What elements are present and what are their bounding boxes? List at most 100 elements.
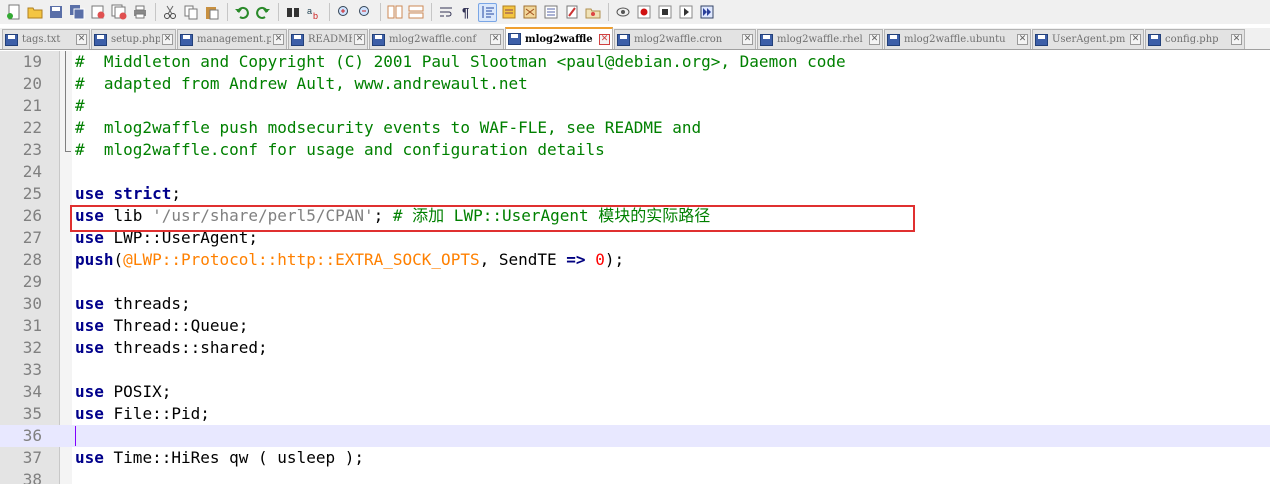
code-editor[interactable]: 19 # Middleton and Copyright (C) 2001 Pau… bbox=[0, 51, 1270, 484]
redo-button[interactable] bbox=[253, 3, 272, 22]
tab-close-icon[interactable]: ✕ bbox=[490, 34, 501, 45]
code-line[interactable]: 38 bbox=[0, 469, 1270, 484]
code-token-var: @LWP::Protocol::http::EXTRA_SOCK_OPTS bbox=[123, 250, 480, 269]
tab-close-icon[interactable]: ✕ bbox=[869, 34, 880, 45]
line-number: 35 bbox=[22, 404, 42, 423]
udl-icon bbox=[502, 5, 515, 19]
replace-button[interactable]: ab bbox=[304, 3, 323, 22]
tab-close-icon[interactable]: ✕ bbox=[1017, 34, 1028, 45]
tab-setup-php[interactable]: setup.php ✕ bbox=[91, 29, 176, 49]
code-line[interactable]: 28 push(@LWP::Protocol::http::EXTRA_SOCK_… bbox=[0, 249, 1270, 271]
code-line[interactable]: 24 bbox=[0, 161, 1270, 183]
code-text[interactable]: use threads; bbox=[75, 293, 191, 315]
tab-close-icon[interactable]: ✕ bbox=[1130, 34, 1141, 45]
code-text[interactable]: push(@LWP::Protocol::http::EXTRA_SOCK_OP… bbox=[75, 249, 624, 271]
paste-button[interactable] bbox=[202, 3, 221, 22]
print-button[interactable] bbox=[130, 3, 149, 22]
close-button[interactable] bbox=[88, 3, 107, 22]
play-macro-button[interactable] bbox=[655, 3, 674, 22]
tab-close-icon[interactable]: ✕ bbox=[76, 34, 87, 45]
new-file-button[interactable] bbox=[4, 3, 23, 22]
record-macro-button[interactable] bbox=[613, 3, 632, 22]
stop-record-button[interactable] bbox=[634, 3, 653, 22]
tab-mlog2waffle-ubuntu[interactable]: mlog2waffle.ubuntu ✕ bbox=[884, 29, 1031, 49]
code-text[interactable]: # Middleton and Copyright (C) 2001 Paul … bbox=[75, 51, 846, 73]
save-macro-button[interactable] bbox=[697, 3, 716, 22]
word-wrap-button[interactable] bbox=[436, 3, 455, 22]
code-line[interactable]: 22 # mlog2waffle push modsecurity events … bbox=[0, 117, 1270, 139]
zoom-out-button[interactable] bbox=[355, 3, 374, 22]
code-token-plain: Time::HiRes qw ( usleep ); bbox=[103, 448, 364, 467]
undo-button[interactable] bbox=[232, 3, 251, 22]
code-line[interactable]: 29 bbox=[0, 271, 1270, 293]
tab-close-icon[interactable]: ✕ bbox=[1231, 34, 1242, 45]
code-text[interactable]: use Time::HiRes qw ( usleep ); bbox=[75, 447, 364, 469]
monitor-button[interactable] bbox=[583, 3, 602, 22]
line-number: 28 bbox=[22, 250, 42, 269]
toolbar-separator bbox=[278, 3, 279, 21]
copy-button[interactable] bbox=[181, 3, 200, 22]
sync-vertical-button[interactable] bbox=[385, 3, 404, 22]
close-all-button[interactable] bbox=[109, 3, 128, 22]
tab-close-icon[interactable]: ✕ bbox=[599, 33, 610, 45]
cut-button[interactable] bbox=[160, 3, 179, 22]
line-number: 29 bbox=[22, 272, 42, 291]
code-text[interactable]: use File::Pid; bbox=[75, 403, 210, 425]
line-number: 19 bbox=[22, 52, 42, 71]
code-text[interactable]: use threads::shared; bbox=[75, 337, 268, 359]
code-line[interactable]: 25 use strict; bbox=[0, 183, 1270, 205]
code-line[interactable]: 35 use File::Pid; bbox=[0, 403, 1270, 425]
tab-close-icon[interactable]: ✕ bbox=[162, 34, 173, 45]
show-all-chars-button[interactable]: ¶ bbox=[457, 3, 476, 22]
tab-mlog2waffle[interactable]: mlog2waffle ✕ bbox=[505, 27, 613, 49]
tab-management-php[interactable]: management.php✕ bbox=[177, 29, 287, 49]
code-line[interactable]: 32 use threads::shared; bbox=[0, 337, 1270, 359]
tab-close-icon[interactable]: ✕ bbox=[273, 34, 284, 45]
code-line[interactable]: 23 # mlog2waffle.conf for usage and confi… bbox=[0, 139, 1270, 161]
tab-readme[interactable]: README ✕ bbox=[288, 29, 368, 49]
line-number: 21 bbox=[22, 96, 42, 115]
code-line[interactable]: 20 # adapted from Andrew Ault, www.andrew… bbox=[0, 73, 1270, 95]
code-line[interactable]: 34 use POSIX; bbox=[0, 381, 1270, 403]
zoom-out-icon bbox=[358, 6, 369, 16]
tab-useragent-pm[interactable]: UserAgent.pm ✕ bbox=[1032, 29, 1144, 49]
code-line[interactable]: 30 use threads; bbox=[0, 293, 1270, 315]
tab-mlog2waffle-rhel[interactable]: mlog2waffle.rhel ✕ bbox=[757, 29, 883, 49]
tab-tags-txt[interactable]: tags.txt ✕ bbox=[2, 29, 90, 49]
open-file-button[interactable] bbox=[25, 3, 44, 22]
code-token-kw: use bbox=[75, 338, 104, 357]
code-text[interactable]: # adapted from Andrew Ault, www.andrewau… bbox=[75, 73, 528, 95]
code-line[interactable]: 19 # Middleton and Copyright (C) 2001 Pau… bbox=[0, 51, 1270, 73]
code-text[interactable]: # mlog2waffle.conf for usage and configu… bbox=[75, 139, 605, 161]
run-macro-multiple-button[interactable] bbox=[676, 3, 695, 22]
doc-map-button[interactable] bbox=[520, 3, 539, 22]
save-button[interactable] bbox=[46, 3, 65, 22]
code-token-comment: # mlog2waffle push modsecurity events to… bbox=[75, 118, 702, 137]
code-line[interactable]: 31 use Thread::Queue; bbox=[0, 315, 1270, 337]
line-number: 23 bbox=[22, 140, 42, 159]
folder-workspace-icon bbox=[566, 5, 577, 19]
udl-button[interactable] bbox=[499, 3, 518, 22]
folder-workspace-button[interactable] bbox=[562, 3, 581, 22]
code-text[interactable]: # bbox=[75, 95, 85, 117]
close-icon bbox=[91, 5, 104, 19]
find-button[interactable] bbox=[283, 3, 302, 22]
tab-config-php[interactable]: config.php ✕ bbox=[1145, 29, 1245, 49]
code-text[interactable]: use strict; bbox=[75, 183, 181, 205]
indent-guide-button[interactable] bbox=[478, 2, 497, 22]
function-list-button[interactable] bbox=[541, 3, 560, 22]
zoom-in-button[interactable] bbox=[334, 3, 353, 22]
code-line[interactable]: 21 # bbox=[0, 95, 1270, 117]
tab-mlog2waffle-cron[interactable]: mlog2waffle.cron ✕ bbox=[614, 29, 756, 49]
code-text[interactable]: use POSIX; bbox=[75, 381, 171, 403]
code-line[interactable]: 37 use Time::HiRes qw ( usleep ); bbox=[0, 447, 1270, 469]
sync-horizontal-button[interactable] bbox=[406, 3, 425, 22]
tab-close-icon[interactable]: ✕ bbox=[742, 34, 753, 45]
code-line[interactable]: 33 bbox=[0, 359, 1270, 381]
save-all-button[interactable] bbox=[67, 3, 86, 22]
tab-close-icon[interactable]: ✕ bbox=[354, 34, 365, 45]
tab-mlog2waffle-conf[interactable]: mlog2waffle.conf ✕ bbox=[369, 29, 504, 49]
code-text[interactable]: # mlog2waffle push modsecurity events to… bbox=[75, 117, 701, 139]
code-line[interactable]: 36 bbox=[0, 425, 1270, 447]
code-text[interactable]: use Thread::Queue; bbox=[75, 315, 248, 337]
